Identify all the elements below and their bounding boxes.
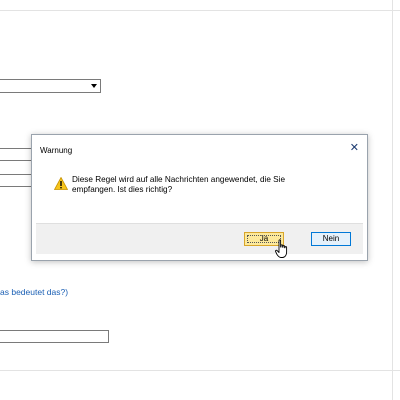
no-button[interactable]: Nein [311, 232, 351, 246]
close-icon[interactable]: ✕ [350, 142, 359, 154]
hand-cursor-icon [275, 239, 288, 258]
top-divider [0, 10, 400, 11]
warning-dialog: Warnung ✕ Diese Regel wird auf alle Nach… [31, 134, 368, 261]
no-button-label: Nein [322, 234, 340, 243]
dialog-title: Warnung [40, 146, 73, 155]
rule-dropdown[interactable] [0, 79, 101, 93]
warning-icon [54, 177, 68, 190]
bottom-divider [0, 370, 400, 371]
dialog-message: Diese Regel wird auf alle Nachrichten an… [72, 175, 285, 194]
chevron-down-icon [91, 84, 97, 88]
help-link[interactable]: as bedeutet das?) [0, 287, 68, 297]
text-field-3[interactable] [0, 330, 109, 343]
right-border [392, 0, 393, 400]
dialog-button-bar: Ja Nein [36, 223, 363, 254]
